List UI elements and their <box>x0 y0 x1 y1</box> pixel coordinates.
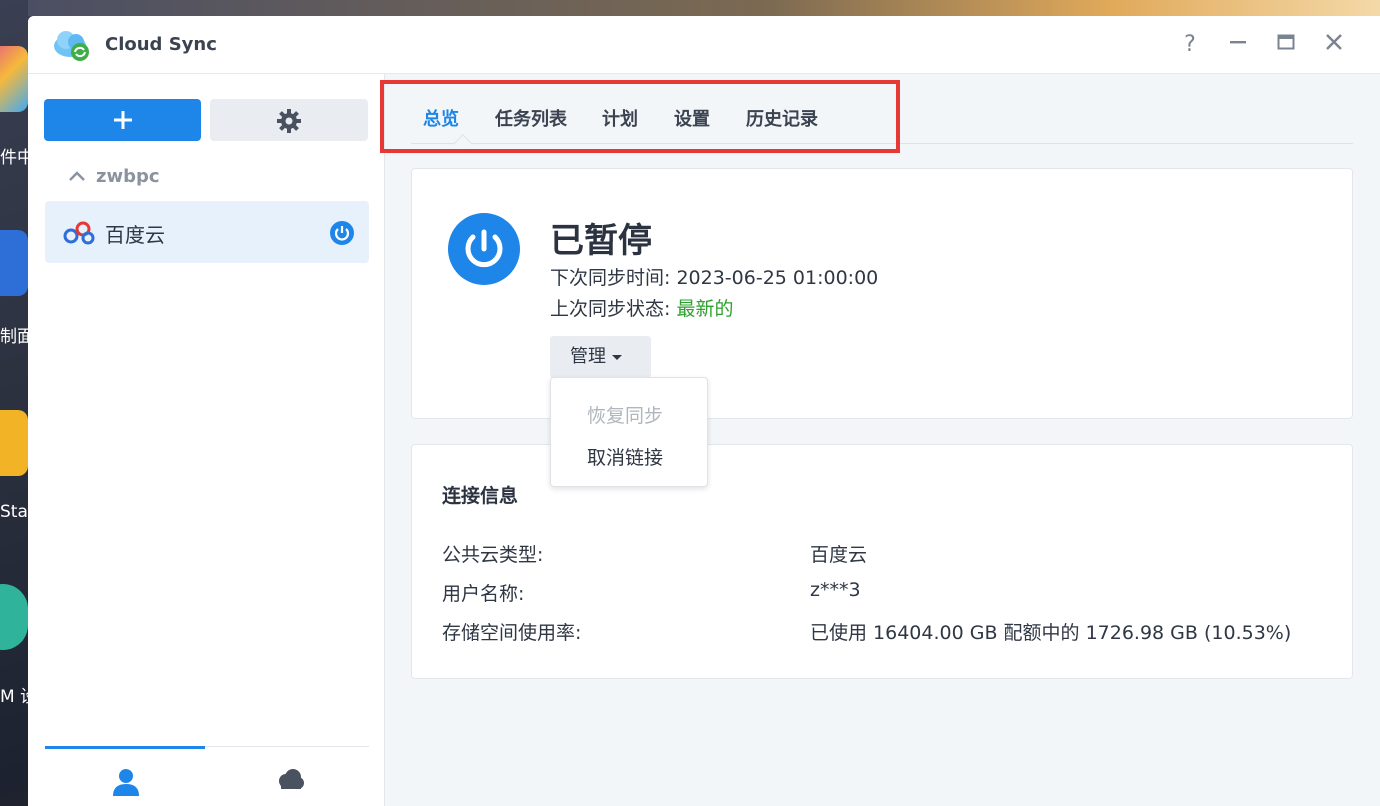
status-title: 已暂停 <box>550 221 652 261</box>
last-status-value: 最新的 <box>676 298 734 320</box>
desktop-help-icon[interactable] <box>0 584 28 650</box>
info-label-username: 用户名称: <box>442 583 525 605</box>
minimize-button[interactable] <box>1223 30 1253 60</box>
connection-label: 百度云 <box>105 223 165 247</box>
close-icon <box>1326 34 1342 50</box>
cloud-sync-logo-icon <box>54 31 89 61</box>
next-sync-value: 2023-06-25 01:00:00 <box>676 267 879 289</box>
manage-button[interactable]: 管理 <box>550 336 651 378</box>
desktop-wallpaper <box>28 0 1380 16</box>
desktop-icon-strip: 件中 制面 Sta M 设 <box>0 0 37 806</box>
desktop-folder-icon[interactable] <box>0 410 28 476</box>
close-button[interactable] <box>1319 30 1349 60</box>
global-settings-button[interactable] <box>210 99 368 141</box>
group-name: zwbpc <box>96 166 160 187</box>
baidu-cloud-icon <box>63 221 95 245</box>
info-label-cloud-type: 公共云类型: <box>442 544 544 566</box>
info-value-username: z***3 <box>810 579 861 601</box>
menu-item-resume-sync[interactable]: 恢复同步 <box>587 401 663 428</box>
tab-user[interactable] <box>45 746 205 806</box>
info-value-storage: 已使用 16404.00 GB 配额中的 1726.98 GB (10.53%) <box>810 622 1292 644</box>
last-status-label: 上次同步状态: <box>550 298 671 320</box>
power-icon <box>448 213 520 285</box>
maximize-icon <box>1277 34 1295 50</box>
title-bar[interactable]: Cloud Sync ? <box>28 16 1380 74</box>
sidebar: zwbpc 百度云 <box>28 74 385 806</box>
connection-item[interactable]: 百度云 <box>45 201 369 263</box>
user-icon <box>113 769 139 796</box>
sidebar-bottom-tabs <box>45 746 369 806</box>
paused-status-icon <box>330 221 354 245</box>
desktop-app-icon[interactable] <box>0 46 28 112</box>
gear-icon <box>277 109 301 133</box>
cloud-icon <box>279 769 304 789</box>
window-title: Cloud Sync <box>105 34 217 55</box>
minimize-icon <box>1230 41 1246 44</box>
desktop-icon-label: Sta <box>0 502 28 522</box>
tab-cloud[interactable] <box>209 747 369 806</box>
add-connection-button[interactable] <box>44 99 201 141</box>
caret-down-icon <box>612 354 622 360</box>
desktop-app-icon[interactable] <box>0 230 28 296</box>
next-sync-line: 下次同步时间: 2023-06-25 01:00:00 <box>550 263 878 290</box>
maximize-button[interactable] <box>1271 30 1301 60</box>
connection-info-title: 连接信息 <box>442 485 519 507</box>
highlight-annotation-box <box>380 80 900 153</box>
manage-label: 管理 <box>570 346 606 367</box>
next-sync-label: 下次同步时间: <box>550 267 671 289</box>
manage-dropdown-menu: 恢复同步 取消链接 <box>550 377 708 487</box>
chevron-up-icon <box>68 166 96 187</box>
group-header[interactable]: zwbpc <box>68 166 160 190</box>
info-value-cloud-type: 百度云 <box>810 544 868 566</box>
help-button[interactable]: ? <box>1175 30 1205 60</box>
info-label-storage: 存储空间使用率: <box>442 622 582 644</box>
last-status-line: 上次同步状态: 最新的 <box>550 294 733 321</box>
menu-item-unlink[interactable]: 取消链接 <box>587 443 663 470</box>
plus-icon <box>113 111 132 129</box>
